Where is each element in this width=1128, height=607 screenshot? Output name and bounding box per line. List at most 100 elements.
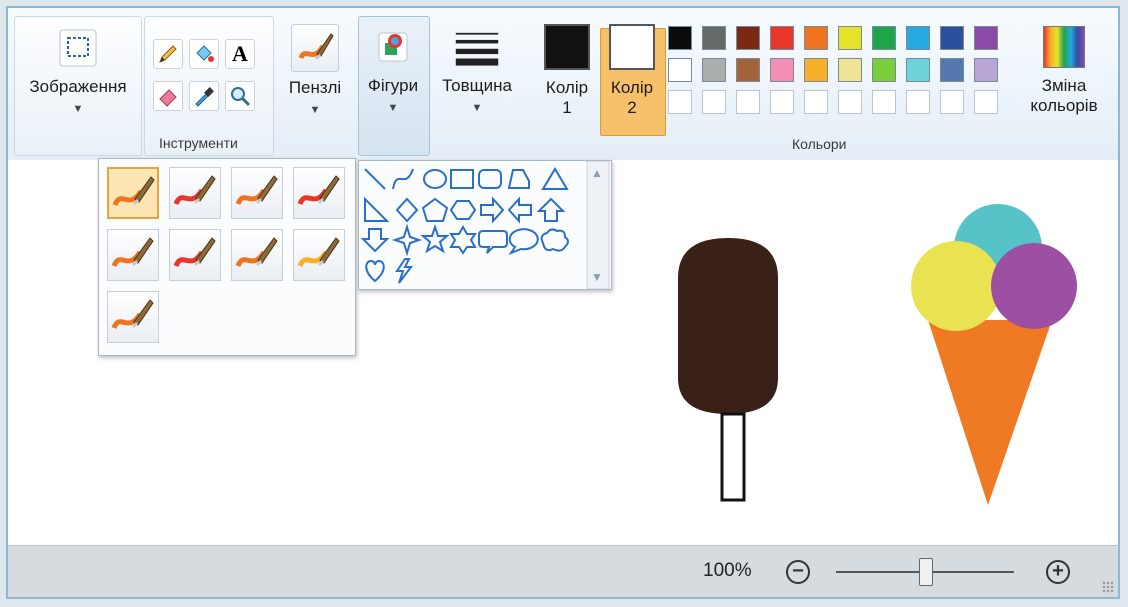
edit-colors-line2: кольорів	[1030, 96, 1098, 115]
fill-bucket-icon[interactable]	[189, 39, 219, 69]
palette-swatch[interactable]	[974, 26, 998, 50]
ice-cream-scoop-yellow	[911, 241, 1001, 331]
brush-option[interactable]	[231, 167, 283, 219]
down-arrow-shape-icon[interactable]	[360, 228, 390, 253]
pencil-icon[interactable]	[153, 39, 183, 69]
paint-window: Зображення ▼ A Інструменти Пензлі ▼ Фігу…	[6, 6, 1120, 599]
color1-label-line2: 1	[562, 98, 572, 117]
palette-swatch[interactable]	[940, 26, 964, 50]
palette-swatch[interactable]	[872, 26, 896, 50]
palette-swatch[interactable]	[906, 58, 930, 82]
colors-group-label: Кольори	[792, 136, 847, 152]
palette-swatch-empty[interactable]	[804, 90, 828, 114]
palette-swatch-empty[interactable]	[940, 90, 964, 114]
cloud-callout-shape-icon[interactable]	[540, 228, 569, 252]
color-picker-icon[interactable]	[189, 81, 219, 111]
magnifier-icon[interactable]	[225, 81, 255, 111]
eraser-icon[interactable]	[153, 81, 183, 111]
color2-button[interactable]: Колір 2	[602, 24, 662, 118]
zoom-in-button[interactable]: +	[1046, 560, 1070, 584]
palette-swatch-empty[interactable]	[702, 90, 726, 114]
shapes-button[interactable]: Фігури ▼	[358, 24, 428, 118]
right-arrow-shape-icon[interactable]	[480, 196, 505, 224]
palette-swatch[interactable]	[736, 58, 760, 82]
right-triangle-shape-icon[interactable]	[364, 196, 390, 222]
text-icon[interactable]: A	[225, 39, 255, 69]
popsicle-body	[678, 238, 778, 414]
brush-option[interactable]	[231, 229, 283, 281]
palette-swatch-empty[interactable]	[974, 90, 998, 114]
six-point-star-shape-icon[interactable]	[449, 224, 477, 255]
triangle-shape-icon[interactable]	[541, 167, 569, 190]
four-point-star-shape-icon[interactable]	[391, 223, 423, 257]
five-point-star-shape-icon[interactable]	[420, 223, 450, 254]
edit-colors-button[interactable]: Зміна кольорів	[1016, 24, 1112, 116]
left-arrow-shape-icon[interactable]	[507, 196, 532, 224]
brush-option[interactable]	[107, 291, 159, 343]
brush-option[interactable]	[293, 167, 345, 219]
palette-swatch[interactable]	[838, 58, 862, 82]
line-shape-icon[interactable]	[364, 168, 386, 190]
palette-swatch[interactable]	[770, 58, 794, 82]
up-arrow-shape-icon[interactable]	[536, 197, 566, 222]
polygon-shape-icon[interactable]	[507, 169, 530, 189]
palette-swatch[interactable]	[702, 58, 726, 82]
rounded-rectangle-shape-icon[interactable]	[478, 169, 502, 189]
brush-icon	[235, 237, 278, 268]
resize-grip-icon[interactable]	[1102, 581, 1114, 593]
palette-swatch-empty[interactable]	[838, 90, 862, 114]
palette-swatch[interactable]	[940, 58, 964, 82]
oval-callout-shape-icon[interactable]	[508, 228, 539, 256]
tools-group-label: Інструменти	[159, 135, 238, 151]
chevron-down-icon: ▼	[309, 104, 321, 116]
brush-icon	[112, 176, 155, 207]
palette-swatch-empty[interactable]	[906, 90, 930, 114]
lightning-shape-icon[interactable]	[395, 258, 413, 284]
color-spectrum-icon	[1041, 24, 1087, 70]
palette-swatch[interactable]	[736, 26, 760, 50]
thickness-icon	[454, 24, 500, 70]
oval-shape-icon[interactable]	[423, 169, 447, 189]
pentagon-shape-icon[interactable]	[421, 197, 449, 222]
brush-option[interactable]	[107, 229, 159, 281]
rectangle-shape-icon[interactable]	[450, 169, 474, 189]
brush-option[interactable]	[293, 229, 345, 281]
palette-swatch-empty[interactable]	[872, 90, 896, 114]
rounded-callout-shape-icon[interactable]	[478, 230, 508, 254]
palette-swatch[interactable]	[702, 26, 726, 50]
brush-icon	[235, 175, 278, 206]
palette-swatch[interactable]	[974, 58, 998, 82]
palette-swatch[interactable]	[872, 58, 896, 82]
image-button[interactable]: Зображення ▼	[15, 25, 141, 119]
palette-swatch[interactable]	[838, 26, 862, 50]
palette-swatch[interactable]	[668, 26, 692, 50]
palette-swatch[interactable]	[804, 58, 828, 82]
brush-icon	[291, 24, 339, 72]
scroll-down-icon[interactable]: ▼	[591, 270, 603, 284]
palette-swatch-empty[interactable]	[736, 90, 760, 114]
brush-icon	[173, 175, 216, 206]
curve-shape-icon[interactable]	[392, 168, 414, 190]
brush-icon	[297, 175, 340, 206]
zoom-slider-thumb[interactable]	[919, 558, 933, 586]
brushes-button[interactable]: Пензлі ▼	[276, 24, 354, 120]
heart-shape-icon[interactable]	[365, 259, 385, 283]
color1-swatch	[544, 24, 590, 70]
color1-button[interactable]: Колір 1	[536, 24, 598, 118]
brush-option[interactable]	[169, 167, 221, 219]
palette-swatch[interactable]	[668, 58, 692, 82]
brush-option[interactable]	[169, 229, 221, 281]
palette-swatch[interactable]	[770, 26, 794, 50]
palette-swatch-empty[interactable]	[770, 90, 794, 114]
thickness-button[interactable]: Товщина ▼	[430, 24, 524, 118]
palette-swatch[interactable]	[804, 26, 828, 50]
brush-icon	[111, 299, 154, 330]
palette-swatch-empty[interactable]	[668, 90, 692, 114]
brush-option[interactable]	[107, 167, 159, 219]
diamond-shape-icon[interactable]	[395, 197, 419, 223]
edit-colors-line1: Зміна	[1041, 76, 1087, 95]
hexagon-shape-icon[interactable]	[449, 200, 477, 220]
palette-swatch[interactable]	[906, 26, 930, 50]
scroll-up-icon[interactable]: ▲	[591, 166, 603, 180]
zoom-out-button[interactable]: −	[786, 560, 810, 584]
